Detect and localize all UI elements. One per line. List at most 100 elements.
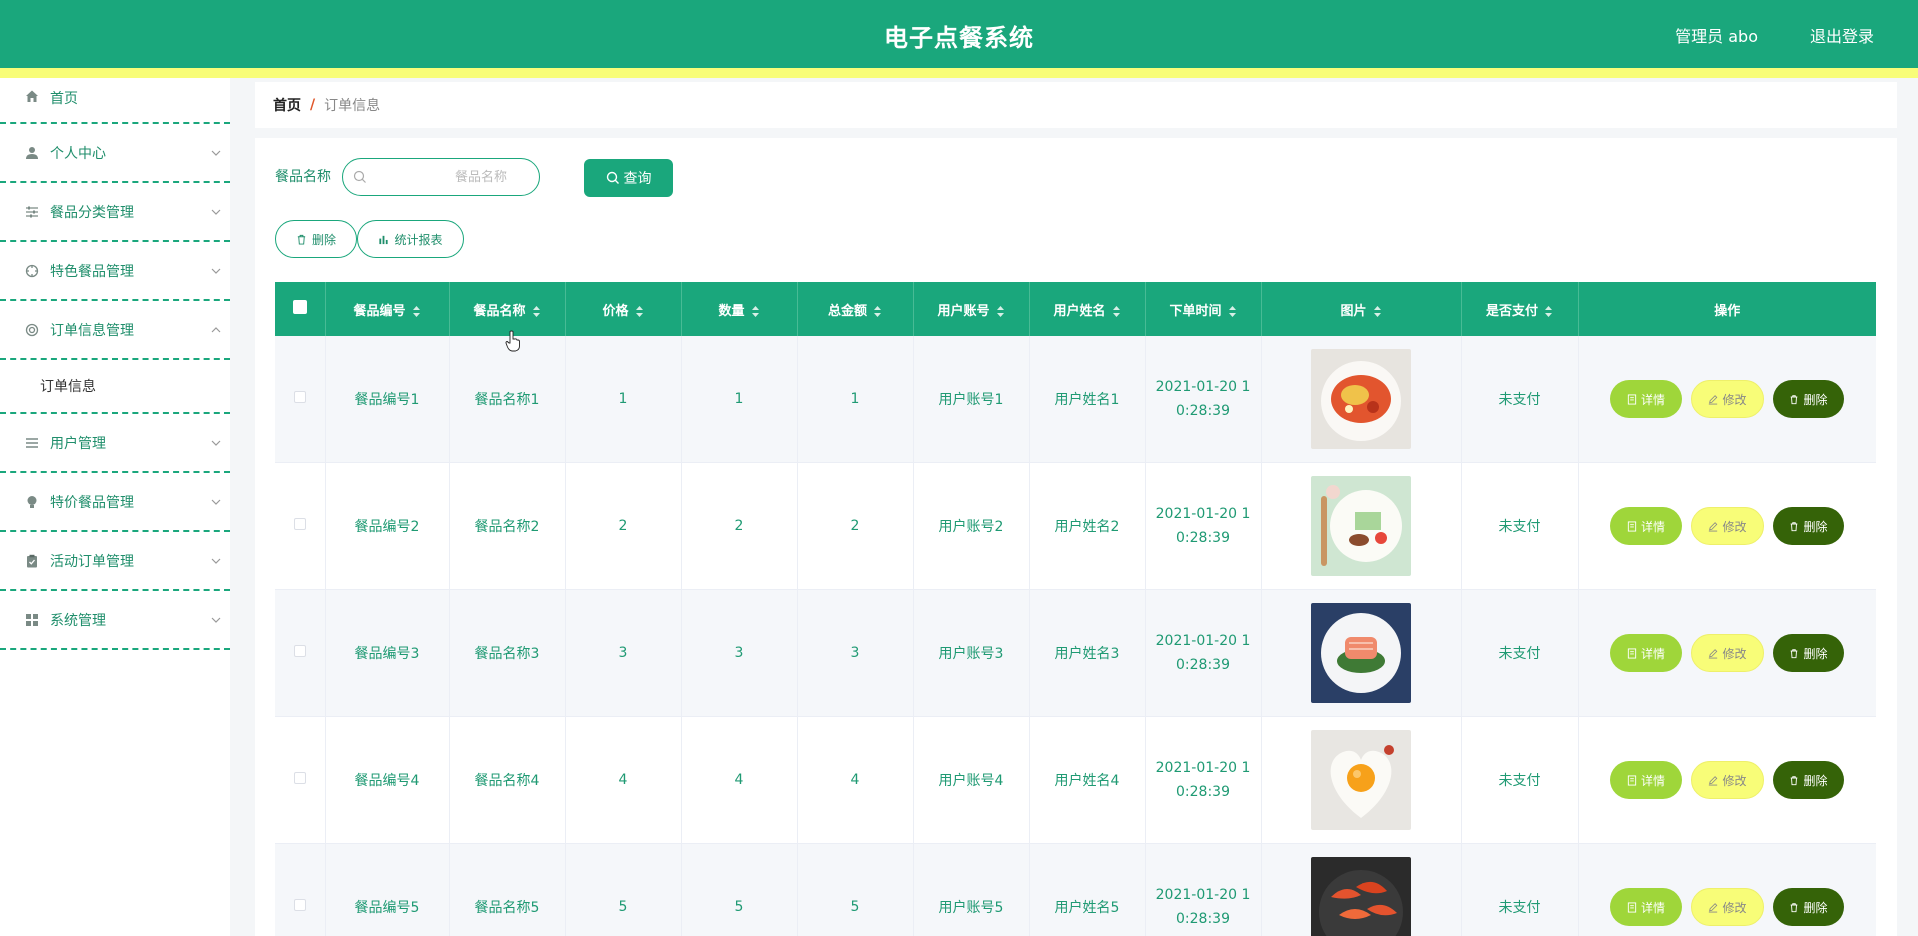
delete-button[interactable]: 删除: [1773, 888, 1844, 926]
edit-button[interactable]: 修改: [1691, 507, 1764, 545]
sidebar-item-personal-center[interactable]: 个人中心: [0, 124, 230, 183]
pencil-icon: [1709, 521, 1718, 531]
search-input[interactable]: [373, 159, 533, 195]
edit-button[interactable]: 修改: [1691, 888, 1764, 926]
sidebar-item-system-management[interactable]: 系统管理: [0, 591, 230, 650]
delete-button[interactable]: 删除: [1773, 380, 1844, 418]
row-checkbox[interactable]: [293, 391, 306, 403]
chevron-down-icon: [211, 209, 221, 215]
food-image-pasta[interactable]: [1311, 349, 1411, 449]
cell-username: 用户姓名3: [1029, 589, 1146, 717]
column-header-account[interactable]: 用户账号: [913, 282, 1030, 336]
document-icon: [1627, 647, 1637, 659]
delete-button[interactable]: 删除: [1773, 761, 1844, 799]
food-image-breakfast[interactable]: [1311, 476, 1411, 576]
edit-button[interactable]: 修改: [1691, 761, 1764, 799]
food-image-shrimp[interactable]: [1311, 857, 1411, 936]
search-field: [342, 158, 540, 196]
cell-price: 4: [565, 716, 682, 844]
cell-account: 用户账号4: [913, 716, 1030, 844]
cell-account: 用户账号5: [913, 843, 1030, 936]
main-content: 餐品名称 查询 删除 统计报表 餐品编号 餐品名称 价格: [255, 138, 1897, 936]
query-button[interactable]: 查询: [584, 159, 673, 197]
breadcrumb-home[interactable]: 首页: [273, 95, 301, 115]
stats-report-button[interactable]: 统计报表: [357, 220, 464, 258]
chevron-down-icon: [211, 268, 221, 274]
column-header-name[interactable]: 餐品名称: [449, 282, 566, 336]
cell-username: 用户姓名1: [1029, 336, 1146, 463]
sort-icon[interactable]: [1112, 305, 1121, 318]
row-checkbox[interactable]: [293, 772, 306, 784]
cell-order-time: 2021-01-20 10:28:39: [1155, 633, 1251, 673]
sidebar-item-category-management[interactable]: 餐品分类管理: [0, 183, 230, 242]
hand-pointer-icon: [505, 330, 520, 352]
cell-account: 用户账号1: [913, 336, 1030, 463]
cell-paid: 未支付: [1461, 589, 1579, 717]
column-header-total[interactable]: 总金额: [797, 282, 914, 336]
sort-icon[interactable]: [1228, 305, 1237, 318]
cell-code: 餐品编号3: [325, 589, 450, 717]
cell-name: 餐品名称1: [449, 336, 566, 463]
detail-button[interactable]: 详情: [1610, 634, 1682, 672]
sort-icon[interactable]: [873, 305, 882, 318]
sidebar-item-activity-order-management[interactable]: 活动订单管理: [0, 532, 230, 591]
chevron-down-icon: [211, 440, 221, 446]
food-image-salmon[interactable]: [1311, 603, 1411, 703]
edit-button[interactable]: 修改: [1691, 634, 1764, 672]
detail-button[interactable]: 详情: [1610, 888, 1682, 926]
cell-quantity: 4: [681, 716, 798, 844]
column-header-quantity[interactable]: 数量: [681, 282, 798, 336]
sort-icon[interactable]: [996, 305, 1005, 318]
column-header-username[interactable]: 用户姓名: [1029, 282, 1146, 336]
row-checkbox[interactable]: [293, 518, 306, 530]
sidebar-item-home[interactable]: 首页: [0, 78, 230, 124]
sidebar-item-label: 餐品分类管理: [50, 204, 134, 221]
sidebar-subitem-order-info[interactable]: 订单信息: [0, 360, 230, 414]
detail-button[interactable]: 详情: [1610, 380, 1682, 418]
column-header-paid[interactable]: 是否支付: [1461, 282, 1579, 336]
sidebar-item-label: 特色餐品管理: [50, 263, 134, 280]
cell-quantity: 2: [681, 462, 798, 590]
pencil-icon: [1709, 394, 1718, 404]
logout-link[interactable]: 退出登录: [1810, 23, 1874, 47]
column-header-price[interactable]: 价格: [565, 282, 682, 336]
top-header: 电子点餐系统 管理员 abo 退出登录: [0, 0, 1918, 68]
sidebar-item-order-management[interactable]: 订单信息管理: [0, 301, 230, 360]
sidebar-item-featured-dish-management[interactable]: 特色餐品管理: [0, 242, 230, 301]
detail-button[interactable]: 详情: [1610, 761, 1682, 799]
bar-chart-icon: [379, 235, 389, 244]
sidebar-item-special-price-management[interactable]: 特价餐品管理: [0, 473, 230, 532]
column-header-image[interactable]: 图片: [1261, 282, 1462, 336]
sort-icon[interactable]: [412, 305, 421, 318]
column-header-code[interactable]: 餐品编号: [325, 282, 450, 336]
delete-button[interactable]: 删除: [1773, 507, 1844, 545]
select-all-checkbox[interactable]: [292, 300, 307, 314]
row-checkbox[interactable]: [293, 899, 306, 911]
sort-icon[interactable]: [1373, 305, 1382, 318]
sidebar-item-label: 订单信息管理: [50, 322, 134, 339]
cell-code: 餐品编号1: [325, 336, 450, 463]
current-user: 管理员 abo: [1675, 27, 1758, 46]
cell-account: 用户账号3: [913, 589, 1030, 717]
document-icon: [1627, 520, 1637, 532]
sort-icon[interactable]: [532, 305, 541, 318]
cell-paid: 未支付: [1461, 716, 1579, 844]
food-image-heart-egg[interactable]: [1311, 730, 1411, 830]
trash-icon: [1791, 902, 1798, 912]
sort-icon[interactable]: [1544, 305, 1553, 318]
detail-button[interactable]: 详情: [1610, 507, 1682, 545]
row-checkbox[interactable]: [293, 645, 306, 657]
batch-delete-button[interactable]: 删除: [275, 220, 357, 258]
chevron-down-icon: [211, 617, 221, 623]
sidebar-item-user-management[interactable]: 用户管理: [0, 414, 230, 473]
document-icon: [1627, 393, 1637, 405]
column-header-order-time[interactable]: 下单时间: [1145, 282, 1262, 336]
cell-order-time: 2021-01-20 10:28:39: [1155, 887, 1251, 927]
sort-icon[interactable]: [751, 305, 760, 318]
edit-button[interactable]: 修改: [1691, 380, 1764, 418]
breadcrumb-separator: /: [310, 97, 316, 113]
table-header-row: 餐品编号 餐品名称 价格 数量 总金额 用户账号 用户姓名 下单时间 图片 是否…: [275, 282, 1876, 336]
sidebar: 首页 个人中心 餐品分类管理 特色餐品管理 订单信息管理 订单信息 用户管理 特…: [0, 78, 230, 936]
delete-button[interactable]: 删除: [1773, 634, 1844, 672]
sort-icon[interactable]: [635, 305, 644, 318]
